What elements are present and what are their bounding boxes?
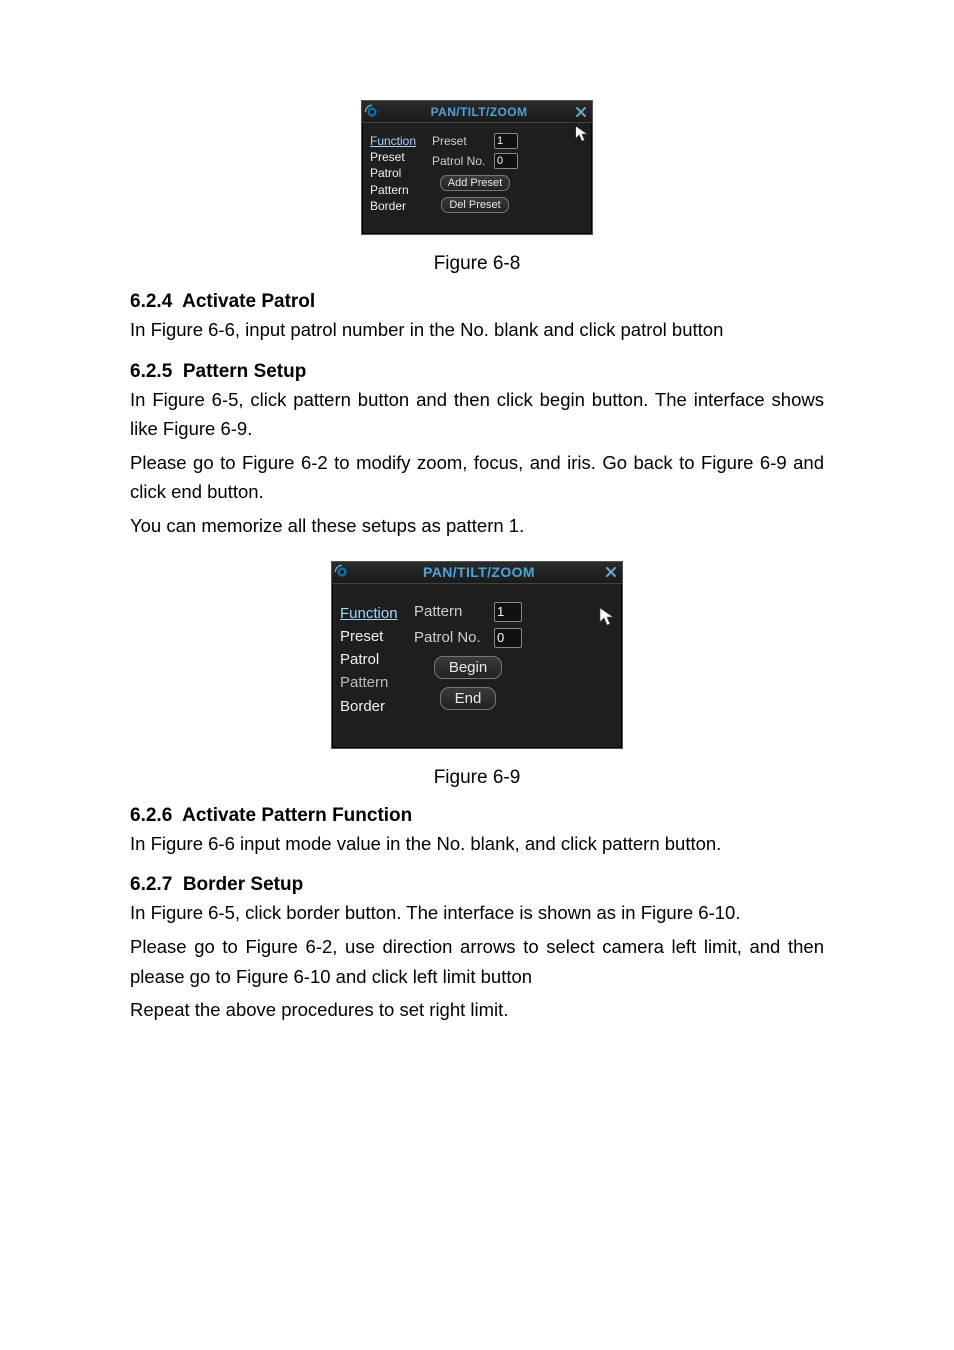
panel-ptz-8: PAN/TILT/ZOOM Function Preset Patrol Pat… (361, 100, 593, 235)
cursor-icon (574, 125, 588, 143)
close-icon[interactable] (574, 105, 588, 119)
patrol-no-input[interactable]: 0 (494, 153, 518, 169)
function-item-patrol[interactable]: Patrol (370, 165, 428, 181)
function-item-border[interactable]: Border (370, 198, 428, 214)
section-626-heading: 6.2.6 Activate Pattern Function (130, 805, 824, 827)
patrol-no-label: Patrol No. (414, 629, 488, 646)
panel-ptz-9: PAN/TILT/ZOOM Function Preset Patrol Pat… (331, 561, 623, 749)
begin-button[interactable]: Begin (434, 656, 502, 679)
preset-input[interactable]: 1 (494, 133, 518, 149)
function-item-function[interactable]: Function (340, 602, 410, 625)
section-624-p1: In Figure 6-6, input patrol number in th… (130, 315, 824, 345)
function-item-pattern[interactable]: Pattern (340, 671, 410, 694)
title-text: PAN/TILT/ZOOM (384, 105, 574, 119)
preset-label: Preset (432, 134, 488, 148)
camera-icon (364, 104, 380, 120)
section-627-p2: Please go to Figure 6-2, use direction a… (130, 932, 824, 991)
section-625-p2: Please go to Figure 6-2 to modify zoom, … (130, 448, 824, 507)
function-item-function[interactable]: Function (370, 133, 428, 149)
function-item-pattern[interactable]: Pattern (370, 182, 428, 198)
cursor-icon (598, 606, 614, 628)
titlebar: PAN/TILT/ZOOM (332, 562, 622, 584)
section-624-heading: 6.2.4 Activate Patrol (130, 291, 824, 313)
section-627-heading: 6.2.7 Border Setup (130, 874, 824, 896)
figure-caption: Figure 6-8 (434, 253, 521, 275)
figure-caption: Figure 6-9 (434, 767, 521, 789)
section-625-p1: In Figure 6-5, click pattern button and … (130, 385, 824, 444)
function-item-preset[interactable]: Preset (340, 625, 410, 648)
figure-6-8: PAN/TILT/ZOOM Function Preset Patrol Pat… (130, 100, 824, 275)
end-button[interactable]: End (440, 687, 497, 710)
close-icon[interactable] (604, 565, 618, 579)
section-627-p1: In Figure 6-5, click border button. The … (130, 898, 824, 928)
function-list: Function Preset Patrol Pattern Border (370, 133, 428, 214)
section-626-p1: In Figure 6-6 input mode value in the No… (130, 829, 824, 859)
section-627-p3: Repeat the above procedures to set right… (130, 995, 824, 1025)
titlebar: PAN/TILT/ZOOM (362, 101, 592, 123)
title-text: PAN/TILT/ZOOM (354, 564, 604, 580)
del-preset-button[interactable]: Del Preset (441, 197, 508, 213)
camera-icon (334, 564, 350, 580)
patrol-no-label: Patrol No. (432, 154, 488, 168)
patrol-no-input[interactable]: 0 (494, 628, 522, 648)
add-preset-button[interactable]: Add Preset (440, 175, 510, 191)
function-item-patrol[interactable]: Patrol (340, 648, 410, 671)
pattern-label: Pattern (414, 603, 488, 620)
section-625-p3: You can memorize all these setups as pat… (130, 511, 824, 541)
figure-6-9: PAN/TILT/ZOOM Function Preset Patrol Pat… (130, 561, 824, 789)
function-list: Function Preset Patrol Pattern Border (340, 602, 410, 718)
section-625-heading: 6.2.5 Pattern Setup (130, 361, 824, 383)
pattern-input[interactable]: 1 (494, 602, 522, 622)
function-item-preset[interactable]: Preset (370, 149, 428, 165)
function-item-border[interactable]: Border (340, 695, 410, 718)
